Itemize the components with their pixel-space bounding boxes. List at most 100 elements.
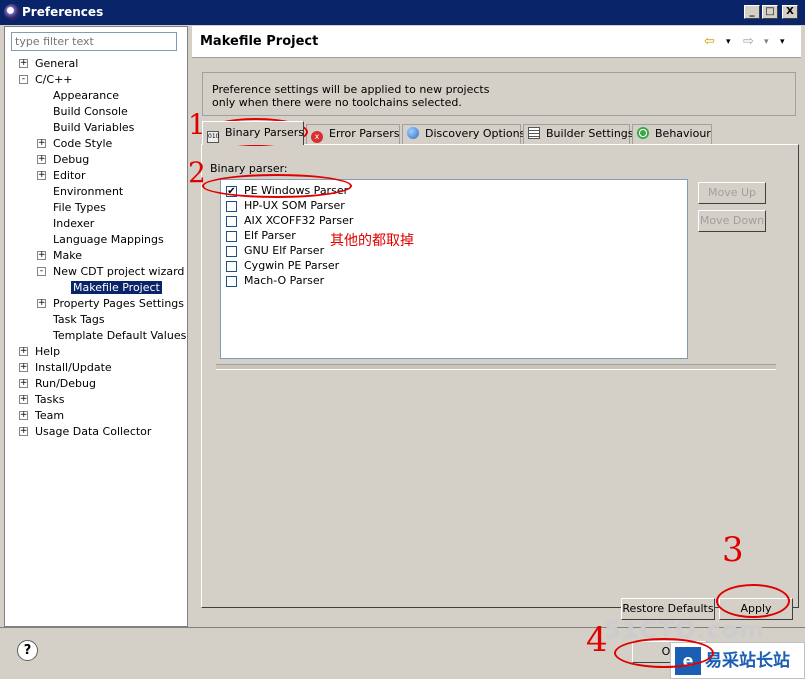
preferences-tree-pane: General+C/C++-AppearanceBuild ConsoleBui… [4, 26, 188, 627]
tab-label: Binary Parsers [225, 126, 304, 139]
expand-icon[interactable]: + [19, 395, 28, 404]
tree-item[interactable]: Build Variables [53, 120, 134, 136]
tab-label: Discovery Options [425, 127, 526, 140]
back-menu-icon[interactable]: ▾ [726, 37, 731, 47]
parser-label: HP-UX SOM Parser [244, 199, 345, 212]
annotation-oval-ok [614, 638, 714, 668]
tree-item[interactable]: C/C++ [35, 72, 73, 88]
expand-icon[interactable]: + [19, 363, 28, 372]
tree-item[interactable]: Appearance [53, 88, 119, 104]
parser-label: GNU Elf Parser [244, 244, 325, 257]
tab-label: Error Parsers [329, 127, 400, 140]
expand-icon[interactable]: + [37, 171, 46, 180]
tree-item-label: Debug [53, 153, 90, 166]
tree-item-label: Appearance [53, 89, 120, 102]
behaviour-icon [637, 127, 649, 139]
brand-text: 易采站长站 [705, 651, 790, 671]
filter-input[interactable] [11, 32, 177, 51]
tree-item[interactable]: Indexer [53, 216, 94, 232]
expand-icon[interactable]: + [37, 139, 46, 148]
tree-item-label: C/C++ [35, 73, 73, 86]
tree-item[interactable]: Run/Debug [35, 376, 96, 392]
parser-checkbox[interactable] [226, 216, 237, 227]
annotation-4: 4 [586, 620, 608, 660]
expand-icon[interactable]: + [19, 379, 28, 388]
annotation-3: 3 [722, 530, 744, 570]
error-icon: x [311, 131, 323, 143]
collapse-icon[interactable]: - [37, 267, 46, 276]
tree-item-label: General [35, 57, 79, 70]
tree-item[interactable]: Code Style [53, 136, 112, 152]
tab-discovery-options[interactable]: Discovery Options [402, 124, 525, 144]
parser-checkbox[interactable] [226, 276, 237, 287]
annotation-oval-apply [716, 584, 790, 618]
tree-item[interactable]: General [35, 56, 78, 72]
tree-item[interactable]: Property Pages Settings [53, 296, 184, 312]
tab-binary-parsers[interactable]: 010 Binary Parsers [202, 121, 304, 145]
tree-item-label: Install/Update [35, 361, 112, 374]
binary-parser-list[interactable]: ✔ PE Windows Parser HP-UX SOM Parser AIX XC… [220, 179, 688, 359]
back-arrow-icon[interactable]: ⇦ [704, 34, 715, 49]
tree-item[interactable]: Make [53, 248, 82, 264]
forward-menu-icon[interactable]: ▾ [764, 37, 769, 47]
builder-icon [528, 127, 540, 139]
view-menu-icon[interactable]: ▾ [780, 37, 785, 47]
move-up-button[interactable]: Move Up [698, 182, 766, 204]
tree-item[interactable]: File Types [53, 200, 106, 216]
window-title-bar[interactable]: Preferences _ □ X [0, 0, 805, 25]
preference-page: Makefile Project ⇦ ▾ ⇨ ▾ ▾ Preference se… [192, 26, 801, 627]
tree-item-label: Make [53, 249, 82, 262]
tree-item[interactable]: Editor [53, 168, 86, 184]
annotation-note: 其他的都取掉 [330, 233, 414, 249]
tab-behaviour[interactable]: Behaviour [632, 124, 712, 144]
tree-item-label: Usage Data Collector [35, 425, 152, 438]
tree-item[interactable]: Task Tags [53, 312, 105, 328]
globe-icon [407, 127, 419, 139]
tab-error-parsers[interactable]: x Error Parsers [306, 124, 400, 144]
tree-item[interactable]: Template Default Values [53, 328, 186, 344]
parser-label: Elf Parser [244, 229, 296, 242]
tree-item-label: Makefile Project [71, 281, 162, 294]
expand-icon[interactable]: + [19, 427, 28, 436]
expand-icon[interactable]: + [19, 59, 28, 68]
maximize-button[interactable]: □ [762, 5, 778, 19]
help-icon[interactable]: ? [17, 640, 38, 661]
separator [216, 364, 776, 370]
expand-icon[interactable]: + [19, 411, 28, 420]
tree-item[interactable]: Build Console [53, 104, 128, 120]
move-down-button[interactable]: Move Down [698, 210, 766, 232]
parser-checkbox[interactable] [226, 231, 237, 242]
annotation-oval-pe [202, 174, 352, 198]
close-button[interactable]: X [782, 5, 798, 19]
expand-icon[interactable]: + [37, 299, 46, 308]
tree-item-label: Help [35, 345, 61, 358]
tree-item[interactable]: Makefile Project [71, 280, 162, 296]
tree-item-label: Code Style [53, 137, 113, 150]
expand-icon[interactable]: + [19, 347, 28, 356]
collapse-icon[interactable]: - [19, 75, 28, 84]
tab-builder-settings[interactable]: Builder Settings [523, 124, 634, 144]
tree-item[interactable]: Install/Update [35, 360, 112, 376]
page-title: Makefile Project [200, 34, 319, 49]
tree-item[interactable]: Team [35, 408, 64, 424]
tree-item-label: Property Pages Settings [53, 297, 185, 310]
forward-arrow-icon[interactable]: ⇨ [743, 34, 754, 49]
tree-item[interactable]: Debug [53, 152, 89, 168]
tree-item-label: Build Variables [53, 121, 135, 134]
tree-item[interactable]: Help [35, 344, 60, 360]
expand-icon[interactable]: + [37, 251, 46, 260]
minimize-button[interactable]: _ [744, 5, 760, 19]
tree-item-label: Indexer [53, 217, 95, 230]
tree-item[interactable]: Usage Data Collector [35, 424, 151, 440]
tree-item[interactable]: Language Mappings [53, 232, 164, 248]
parser-label: Mach-O Parser [244, 274, 325, 287]
tree-item[interactable]: Tasks [35, 392, 64, 408]
parser-checkbox[interactable] [226, 261, 237, 272]
tree-item[interactable]: New CDT project wizard [53, 264, 184, 280]
expand-icon[interactable]: + [37, 155, 46, 164]
tree-item[interactable]: Environment [53, 184, 123, 200]
tree-item-label: Editor [53, 169, 86, 182]
parser-checkbox[interactable] [226, 201, 237, 212]
tree-item-label: Tasks [35, 393, 65, 406]
parser-checkbox[interactable] [226, 246, 237, 257]
